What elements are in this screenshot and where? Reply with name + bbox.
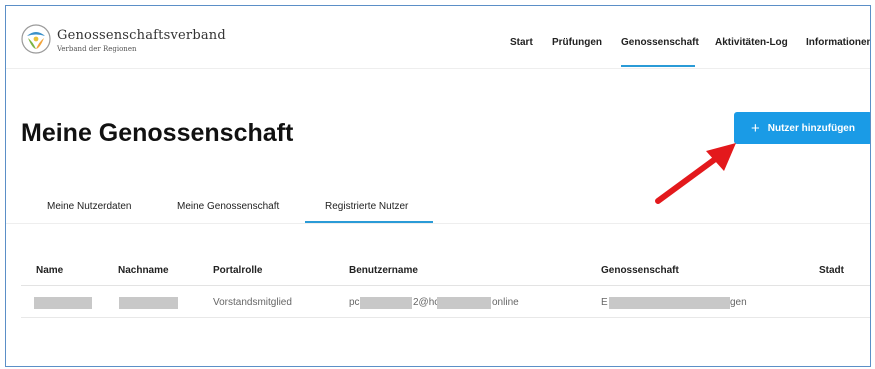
nav-start[interactable]: Start bbox=[510, 37, 533, 48]
logo-icon[interactable] bbox=[21, 24, 51, 54]
column-header-portalrolle[interactable]: Portalrolle bbox=[213, 265, 262, 276]
brand-subtitle: Verband der Regionen bbox=[57, 45, 137, 53]
column-header-genossenschaft[interactable]: Genossenschaft bbox=[601, 265, 679, 276]
cell-genossenschaft-end: gen bbox=[730, 297, 747, 308]
tabs-divider bbox=[6, 223, 870, 224]
cell-genossenschaft-start: E bbox=[601, 297, 608, 308]
cell-benutzername-middle: 2@hc bbox=[413, 297, 440, 308]
annotation-arrow-icon bbox=[655, 143, 736, 204]
table-header-divider bbox=[21, 285, 870, 286]
redacted-benutzername-domain bbox=[437, 297, 491, 309]
column-header-name[interactable]: Name bbox=[36, 265, 63, 276]
column-header-benutzername[interactable]: Benutzername bbox=[349, 265, 418, 276]
app-window: Genossenschaftsverband Verband der Regio… bbox=[5, 5, 871, 367]
tab-active-indicator bbox=[305, 221, 433, 223]
redacted-name bbox=[34, 297, 92, 309]
cell-benutzername-start: pc bbox=[349, 297, 360, 308]
tab-meine-genossenschaft[interactable]: Meine Genossenschaft bbox=[177, 201, 279, 212]
redacted-benutzername-part bbox=[360, 297, 412, 309]
cell-portalrolle: Vorstandsmitglied bbox=[213, 297, 292, 308]
add-user-button-label: Nutzer hinzufügen bbox=[767, 122, 855, 134]
column-header-stadt[interactable]: Stadt bbox=[819, 265, 844, 276]
tab-meine-nutzerdaten[interactable]: Meine Nutzerdaten bbox=[47, 201, 132, 212]
table-row-divider bbox=[21, 317, 870, 318]
nav-aktivitaeten-log[interactable]: Aktivitäten-Log bbox=[715, 37, 788, 48]
redacted-nachname bbox=[119, 297, 178, 309]
cell-benutzername-end: online bbox=[492, 297, 519, 308]
nav-informationen[interactable]: Informationen bbox=[806, 37, 870, 48]
nav-genossenschaft[interactable]: Genossenschaft bbox=[621, 37, 699, 48]
nav-pruefungen[interactable]: Prüfungen bbox=[552, 37, 602, 48]
redacted-genossenschaft bbox=[609, 297, 730, 309]
page-title: Meine Genossenschaft bbox=[21, 119, 294, 147]
column-header-nachname[interactable]: Nachname bbox=[118, 265, 169, 276]
add-user-button[interactable]: + Nutzer hinzufügen bbox=[734, 112, 870, 144]
top-header: Genossenschaftsverband Verband der Regio… bbox=[6, 6, 870, 69]
tab-registrierte-nutzer[interactable]: Registrierte Nutzer bbox=[325, 201, 408, 212]
plus-icon: + bbox=[751, 119, 760, 137]
brand-name: Genossenschaftsverband bbox=[57, 28, 226, 43]
nav-active-indicator bbox=[621, 65, 695, 67]
